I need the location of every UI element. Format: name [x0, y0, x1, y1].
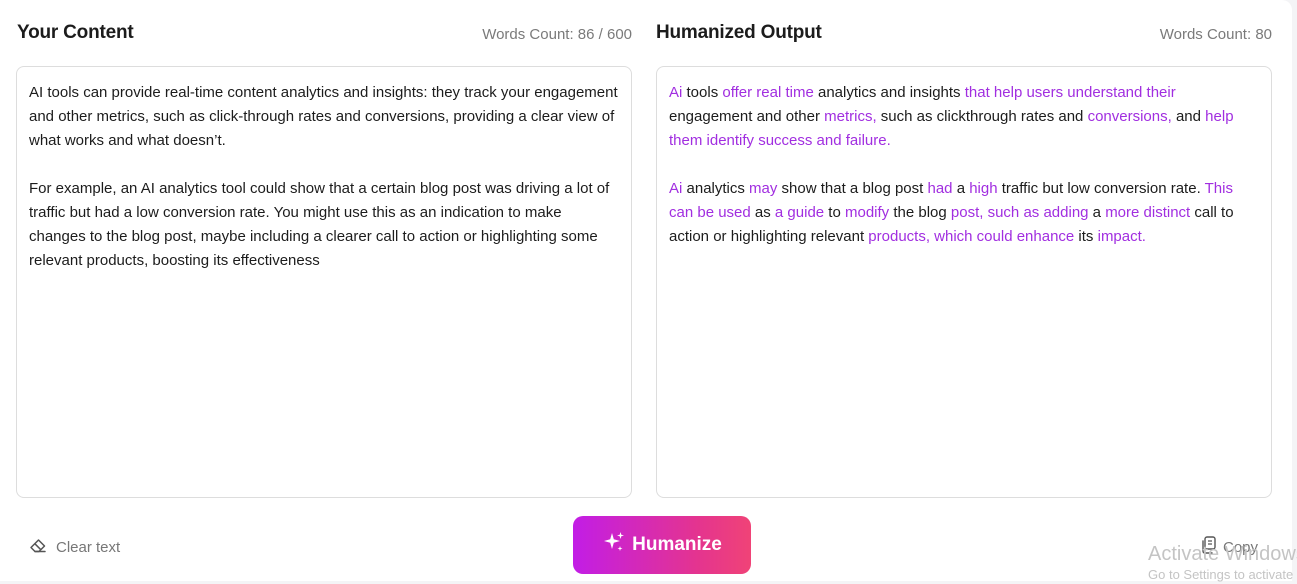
unchanged-text-segment: engagement and other [669, 108, 825, 125]
unchanged-text-segment: show that a blog post [777, 180, 928, 197]
input-panel-title: Your Content [17, 22, 134, 43]
unchanged-text-segment: analytics [682, 180, 750, 197]
unchanged-text-segment: a [952, 180, 970, 197]
output-panel-title: Humanized Output [656, 22, 822, 43]
changed-text-segment: a guide [774, 204, 825, 221]
input-paragraph: AI tools can provide real-time content a… [29, 84, 618, 149]
unchanged-text-segment: and [1171, 108, 1206, 125]
input-paragraph: For example, an AI analytics tool could … [29, 180, 610, 269]
changed-text-segment: post, such as adding [950, 204, 1089, 221]
unchanged-text-segment: a [1088, 204, 1106, 221]
unchanged-text-segment: the blog [889, 204, 951, 221]
unchanged-text-segment: such as clickthrough rates and [876, 108, 1088, 125]
changed-text-segment: conversions, [1087, 108, 1172, 125]
unchanged-text-segment: its [1074, 228, 1098, 245]
unchanged-text-segment: tools [682, 84, 723, 101]
output-textbox[interactable]: Ai tools offer real time analytics and i… [656, 66, 1272, 498]
copy-icon [1200, 535, 1218, 559]
changed-text-segment: modify [845, 204, 890, 221]
clear-text-button[interactable]: Clear text [28, 535, 120, 559]
changed-text-segment: that help users understand their [964, 84, 1176, 101]
changed-text-segment: may [749, 180, 778, 197]
changed-text-segment: offer real time [722, 84, 814, 101]
input-word-count: Words Count: 86 / 600 [482, 26, 632, 43]
humanizer-card: Your Content Words Count: 86 / 600 AI to… [0, 0, 1292, 581]
changed-text-segment: impact. [1097, 228, 1146, 245]
copy-label: Copy [1223, 538, 1259, 556]
changed-text-segment: more distinct [1105, 204, 1191, 221]
changed-text-segment: high [969, 180, 998, 197]
changed-text-segment: Ai [669, 180, 683, 197]
output-paragraph: Ai analytics may show that a blog post h… [669, 177, 1259, 249]
humanize-label: Humanize [632, 534, 722, 555]
output-word-count: Words Count: 80 [1159, 26, 1272, 43]
input-textarea[interactable]: AI tools can provide real-time content a… [16, 66, 632, 498]
changed-text-segment: products, which could enhance [868, 228, 1075, 245]
eraser-icon [28, 535, 48, 559]
unchanged-text-segment: analytics and insights [813, 84, 965, 101]
clear-text-label: Clear text [56, 538, 121, 556]
changed-text-segment: metrics, [824, 108, 877, 125]
sparkles-icon [602, 530, 626, 560]
humanize-button[interactable]: Humanize [573, 516, 751, 574]
changed-text-segment: had [927, 180, 953, 197]
changed-text-segment: Ai [669, 84, 683, 101]
unchanged-text-segment: to [824, 204, 845, 221]
unchanged-text-segment: as [750, 204, 775, 221]
output-paragraph: Ai tools offer real time analytics and i… [669, 81, 1259, 153]
unchanged-text-segment: traffic but low conversion rate. [997, 180, 1205, 197]
copy-button[interactable]: Copy [1200, 535, 1258, 559]
